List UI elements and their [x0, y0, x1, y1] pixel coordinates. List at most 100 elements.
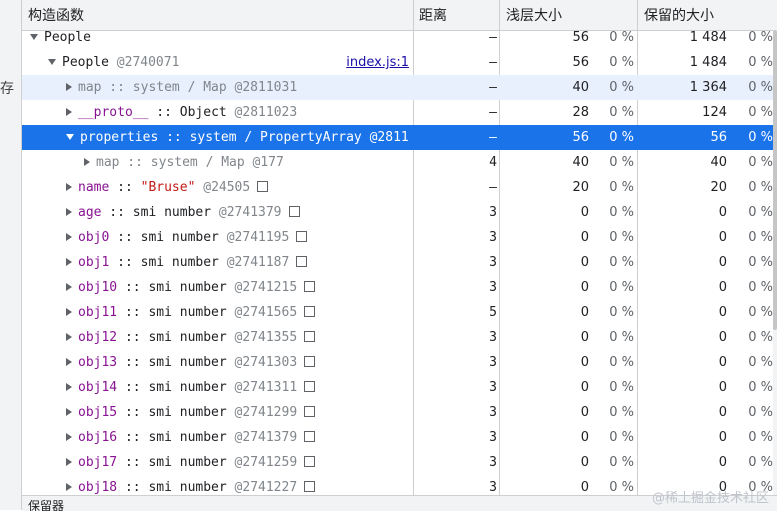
expand-triangle-icon[interactable] — [66, 282, 72, 291]
source-link[interactable]: index.js:1 — [346, 50, 409, 75]
constructor-cell: obj1 :: smi number @2741187 — [22, 250, 456, 275]
heap-tree-row[interactable]: obj16 :: smi number @2741379 3 0 0 % 0 0 % — [22, 425, 777, 450]
reveal-in-summary-icon[interactable] — [304, 281, 316, 292]
retained-size-percent: 0 % — [748, 405, 773, 420]
collapse-triangle-icon[interactable] — [66, 133, 74, 140]
reveal-in-summary-icon[interactable] — [304, 481, 316, 492]
shallow-size-cell: 56 — [572, 30, 589, 45]
reveal-in-summary-icon[interactable] — [296, 231, 308, 242]
name-segment: @2741565 — [226, 305, 298, 320]
retained-size-percent: 0 % — [748, 280, 773, 295]
distance-cell: 4 — [489, 155, 497, 170]
expand-triangle-icon[interactable] — [66, 182, 72, 191]
reveal-in-summary-icon[interactable] — [304, 406, 316, 417]
name-segment: :: smi number — [117, 430, 227, 445]
reveal-in-summary-icon[interactable] — [288, 206, 300, 217]
name-segment: People — [62, 55, 109, 70]
expand-triangle-icon[interactable] — [66, 357, 72, 366]
expand-triangle-icon[interactable] — [66, 207, 72, 216]
reveal-in-summary-icon[interactable] — [304, 431, 316, 442]
name-segment: :: smi number — [117, 455, 227, 470]
name-segment: @2741259 — [226, 455, 298, 470]
heap-tree-row[interactable]: obj0 :: smi number @2741195 3 0 0 % 0 0 % — [22, 225, 777, 250]
reveal-in-summary-icon[interactable] — [304, 456, 316, 467]
heap-tree-row[interactable]: People – 56 0 % 1 484 0 % — [22, 25, 777, 50]
constructor-cell: age :: smi number @2741379 — [22, 200, 456, 225]
distance-cell: 3 — [489, 455, 497, 470]
expand-triangle-icon[interactable] — [66, 257, 72, 266]
heap-tree-row[interactable]: name :: "Bruse" @24505 – 20 0 % 20 0 % — [22, 175, 777, 200]
distance-cell: – — [489, 130, 497, 145]
name-segment: @2741311 — [226, 380, 298, 395]
retained-size-percent: 0 % — [748, 305, 773, 320]
heap-tree-row[interactable]: obj10 :: smi number @2741215 3 0 0 % 0 0 % — [22, 275, 777, 300]
retained-size-cell: 0 — [718, 280, 727, 295]
heap-tree-row[interactable]: obj17 :: smi number @2741259 3 0 0 % 0 0 % — [22, 450, 777, 475]
name-segment: obj0 — [78, 230, 110, 245]
heap-tree-row[interactable]: obj1 :: smi number @2741187 3 0 0 % 0 0 % — [22, 250, 777, 275]
retained-size-percent: 0 % — [748, 205, 773, 220]
expand-triangle-icon[interactable] — [66, 432, 72, 441]
expand-triangle-icon[interactable] — [66, 332, 72, 341]
heap-tree-row[interactable]: People @2740071 index.js:1 – 56 0 % 1 484 0 % — [22, 50, 777, 75]
name-segment: :: smi number — [117, 305, 227, 320]
expand-triangle-icon[interactable] — [84, 157, 90, 166]
retained-size-percent: 0 % — [748, 230, 773, 245]
expand-triangle-icon[interactable] — [66, 307, 72, 316]
heap-tree-row[interactable]: obj12 :: smi number @2741355 3 0 0 % 0 0 % — [22, 325, 777, 350]
distance-cell: 3 — [489, 430, 497, 445]
collapse-triangle-icon[interactable] — [30, 33, 38, 40]
name-segment: age — [78, 205, 102, 220]
expand-triangle-icon[interactable] — [66, 107, 72, 116]
collapse-triangle-icon[interactable] — [48, 58, 56, 65]
expand-triangle-icon[interactable] — [66, 232, 72, 241]
retained-size-cell: 1 484 — [689, 30, 727, 45]
expand-triangle-icon[interactable] — [66, 457, 72, 466]
heap-tree-row[interactable]: map :: system / Map @2811031 – 40 0 % 1 364 0… — [22, 75, 777, 100]
heap-tree-row[interactable]: map :: system / Map @177 4 40 0 % 40 0 % — [22, 150, 777, 175]
reveal-in-summary-icon[interactable] — [296, 256, 308, 267]
vertical-scrollbar[interactable] — [773, 30, 777, 495]
heap-tree-row[interactable]: properties :: system / PropertyArray @28… — [22, 125, 777, 150]
constructor-cell: obj16 :: smi number @2741379 — [22, 425, 456, 450]
retained-size-percent: 0 % — [748, 355, 773, 370]
name-segment: :: smi number — [101, 205, 212, 220]
heap-tree-row[interactable]: obj13 :: smi number @2741303 3 0 0 % 0 0 % — [22, 350, 777, 375]
reveal-in-summary-icon[interactable] — [304, 331, 316, 342]
expand-triangle-icon[interactable] — [66, 382, 72, 391]
retained-size-cell: 56 — [710, 130, 727, 145]
reveal-in-summary-icon[interactable] — [304, 381, 316, 392]
distance-cell: – — [489, 30, 497, 45]
reveal-in-summary-icon[interactable] — [257, 181, 269, 192]
retained-size-cell: 1 364 — [689, 80, 727, 95]
shallow-size-percent: 0 % — [609, 155, 634, 170]
retained-size-percent: 0 % — [748, 180, 773, 195]
shallow-size-cell: 0 — [580, 230, 589, 245]
heap-tree-row[interactable]: __proto__ :: Object @2811023 – 28 0 % 124 0 % — [22, 100, 777, 125]
expand-triangle-icon[interactable] — [66, 407, 72, 416]
distance-cell: 3 — [489, 405, 497, 420]
name-segment: :: smi number — [109, 255, 219, 270]
retained-size-percent: 0 % — [748, 80, 773, 95]
retained-size-cell: 0 — [718, 305, 727, 320]
constructor-cell: map :: system / Map @2811031 — [22, 75, 456, 100]
name-segment: @2811023 — [226, 105, 298, 120]
shallow-size-cell: 0 — [580, 430, 589, 445]
shallow-size-percent: 0 % — [609, 455, 634, 470]
reveal-in-summary-icon[interactable] — [304, 356, 316, 367]
constructor-cell: obj17 :: smi number @2741259 — [22, 450, 456, 475]
heap-tree-row[interactable]: age :: smi number @2741379 3 0 0 % 0 0 % — [22, 200, 777, 225]
shallow-size-percent: 0 % — [609, 205, 634, 220]
reveal-in-summary-icon[interactable] — [304, 306, 316, 317]
heap-tree-row[interactable]: obj11 :: smi number @2741565 5 0 0 % 0 0 % — [22, 300, 777, 325]
distance-cell: – — [489, 105, 497, 120]
shallow-size-percent: 0 % — [609, 430, 634, 445]
heap-tree-row[interactable]: obj14 :: smi number @2741311 3 0 0 % 0 0 % — [22, 375, 777, 400]
heap-tree-row[interactable]: obj15 :: smi number @2741299 3 0 0 % 0 0 % — [22, 400, 777, 425]
expand-triangle-icon[interactable] — [66, 82, 72, 91]
shallow-size-percent: 0 % — [609, 255, 634, 270]
scrollbar-thumb[interactable] — [773, 30, 777, 330]
shallow-size-percent: 0 % — [609, 405, 634, 420]
expand-triangle-icon[interactable] — [66, 482, 72, 491]
shallow-size-cell: 20 — [572, 180, 589, 195]
